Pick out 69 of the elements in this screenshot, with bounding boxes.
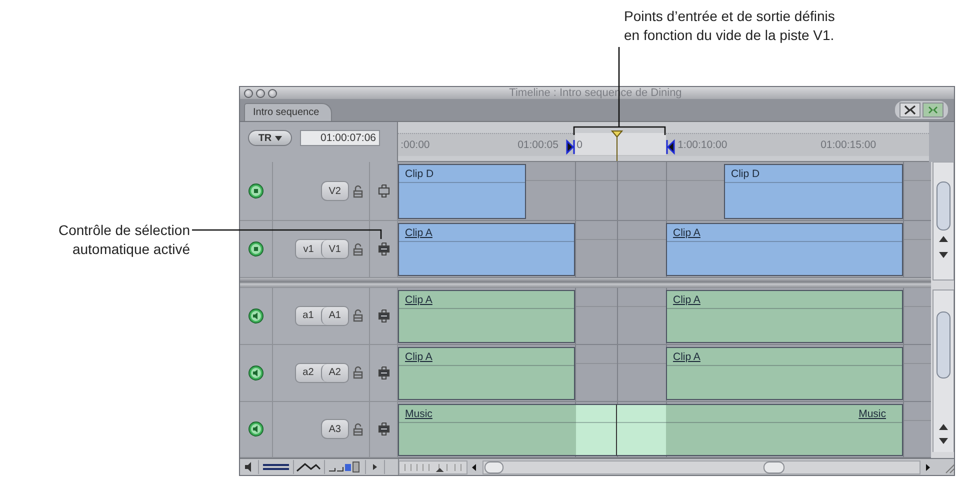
- clip-label: Clip A: [405, 350, 432, 363]
- horizontal-scrollbar[interactable]: [482, 460, 920, 474]
- destination-control[interactable]: V2: [320, 181, 349, 202]
- video-scrollbar[interactable]: [932, 162, 954, 280]
- clip-label: Clip D: [405, 168, 434, 180]
- playhead-icon[interactable]: [610, 130, 623, 161]
- minimize-button[interactable]: [256, 88, 265, 98]
- ruler-label: :00:00: [400, 139, 430, 151]
- audio-clip[interactable]: Music: [617, 404, 903, 456]
- lock-icon[interactable]: [353, 242, 363, 256]
- destination-control[interactable]: A3: [320, 419, 349, 440]
- audio-clip[interactable]: Clip A: [666, 290, 903, 343]
- video-clip[interactable]: Clip A: [398, 223, 575, 276]
- slider-thumb[interactable]: [436, 468, 444, 472]
- track-selector-button[interactable]: TR: [248, 130, 292, 146]
- ruler-label: 1:00:10:00: [678, 139, 728, 151]
- zoom-button[interactable]: [268, 88, 277, 98]
- lock-icon[interactable]: [353, 309, 363, 322]
- audio-clip[interactable]: Clip A: [398, 290, 575, 343]
- audio-clip[interactable]: Music: [398, 404, 617, 456]
- auto-select-icon[interactable]: [378, 242, 390, 256]
- in-point-icon[interactable]: [566, 139, 575, 155]
- out-point-icon[interactable]: [666, 139, 675, 155]
- audio-speaker-icon[interactable]: [248, 421, 264, 438]
- caret-icon: [274, 136, 282, 140]
- auto-select-icon[interactable]: [378, 366, 390, 380]
- ruler-label: 01:00:05: [518, 139, 558, 151]
- callout-text: Points d’entrée et de sortie définis en fonction du vide de la piste V1.: [624, 7, 835, 45]
- lock-icon[interactable]: [353, 366, 363, 380]
- callout-text: Contrôle de sélection automatique activé: [58, 221, 190, 259]
- audio-speaker-icon[interactable]: [248, 308, 264, 324]
- ruler-label: 0: [576, 139, 582, 151]
- video-clip[interactable]: Clip A: [666, 223, 903, 276]
- audio-clip[interactable]: Clip A: [398, 346, 575, 400]
- clip-label: Music: [858, 408, 886, 420]
- clip-label: Music: [405, 408, 432, 420]
- timecode-field[interactable]: 01:00:07:06: [300, 130, 380, 146]
- clip-label: Clip A: [405, 294, 432, 306]
- destination-control[interactable]: V1: [320, 240, 348, 258]
- video-clip[interactable]: Clip D: [398, 164, 526, 220]
- clip-label: Clip A: [673, 227, 700, 240]
- video-clip[interactable]: Clip D: [724, 164, 903, 220]
- audio-speaker-icon[interactable]: [248, 364, 264, 381]
- track-visibility-icon[interactable]: [248, 241, 264, 258]
- lock-icon[interactable]: [353, 184, 363, 198]
- clip-label: Clip A: [405, 227, 432, 240]
- clip-label: Clip A: [673, 350, 700, 363]
- sequence-tab[interactable]: Intro sequence: [244, 103, 332, 121]
- source-control[interactable]: v1: [296, 240, 321, 258]
- scroll-left-icon[interactable]: [472, 464, 476, 470]
- auto-select-icon[interactable]: [378, 308, 390, 323]
- auto-select-icon[interactable]: [378, 422, 390, 436]
- zoom-slider[interactable]: [399, 460, 468, 474]
- lock-icon[interactable]: [353, 422, 363, 436]
- source-control[interactable]: a1: [296, 306, 321, 325]
- close-button[interactable]: [244, 88, 253, 98]
- scroll-right-icon[interactable]: [926, 464, 930, 470]
- track-visibility-icon[interactable]: [248, 183, 264, 200]
- clip-label: Clip D: [731, 168, 760, 180]
- source-control[interactable]: a2: [296, 364, 321, 382]
- audio-clip[interactable]: Clip A: [666, 346, 903, 400]
- time-ruler[interactable]: :00:00 01:00:05 0 1:00:10:00 01:00:15:00: [398, 122, 930, 162]
- zigzag-icon[interactable]: [294, 460, 325, 474]
- auto-select-icon[interactable]: [378, 184, 390, 198]
- destination-control[interactable]: A2: [320, 364, 348, 382]
- destination-control[interactable]: A1: [320, 306, 348, 325]
- clip-label: Clip A: [673, 294, 700, 306]
- audio-scrollbar[interactable]: [932, 290, 954, 452]
- ruler-label: 01:00:15:00: [820, 139, 876, 151]
